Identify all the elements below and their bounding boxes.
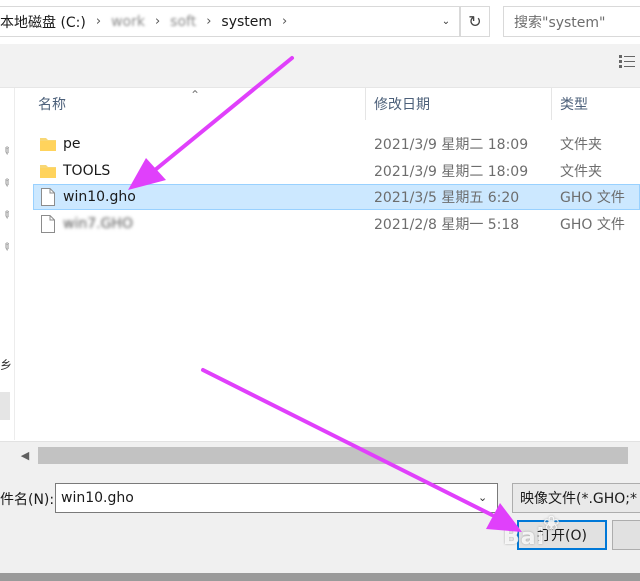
file-type: 文件夹 [560, 164, 602, 180]
address-history-dropdown[interactable]: ⌄ [433, 7, 459, 36]
file-type: GHO 文件 [560, 217, 625, 233]
breadcrumb-separator[interactable]: › [96, 14, 101, 29]
column-header-modified[interactable]: 修改日期 [374, 88, 554, 120]
file-name: win10.gho [63, 189, 136, 205]
breadcrumb-local-disk[interactable]: 本地磁盘 (C:) [0, 12, 86, 32]
breadcrumb-soft[interactable]: soft [170, 14, 196, 30]
scrollbar-thumb[interactable] [38, 447, 628, 464]
breadcrumb-system[interactable]: system [221, 14, 272, 30]
command-bar [0, 44, 640, 88]
breadcrumb-separator[interactable]: › [282, 14, 287, 29]
nav-selected-item[interactable] [0, 392, 10, 420]
scroll-left-icon[interactable]: ◀ [16, 446, 34, 464]
pin-icon: ✎ [0, 208, 14, 223]
column-divider[interactable] [551, 88, 552, 120]
file-icon [41, 215, 55, 233]
cancel-button[interactable] [612, 520, 640, 550]
file-row[interactable]: TOOLS 2021/3/9 星期二 18:09 文件夹 [33, 158, 640, 184]
file-name: win7.GHO [63, 216, 133, 232]
folder-icon [40, 165, 56, 178]
column-divider[interactable] [365, 88, 366, 120]
file-type: 文件夹 [560, 137, 602, 153]
folder-icon [40, 138, 56, 151]
navigation-pane[interactable]: ✎ ✎ ✎ ✎ 乡 [0, 88, 15, 440]
breadcrumb-separator[interactable]: › [206, 14, 211, 29]
refresh-icon[interactable]: ↻ [460, 6, 490, 37]
file-type: GHO 文件 [560, 190, 625, 206]
paw-icon: ❀ [543, 511, 560, 535]
file-row[interactable]: win7.GHO 2021/2/8 星期一 5:18 GHO 文件 [33, 211, 640, 237]
chevron-down-icon[interactable]: ⌄ [478, 491, 487, 504]
window-bottom-edge [0, 573, 640, 581]
file-modified: 2021/2/8 星期一 5:18 [374, 217, 520, 233]
sort-up-icon: ⌃ [190, 88, 201, 102]
details-view-icon[interactable] [619, 54, 635, 70]
file-modified: 2021/3/5 星期五 6:20 [374, 190, 520, 206]
column-header-name[interactable]: 名称 [38, 88, 368, 120]
watermark-text: Bai [503, 525, 546, 550]
file-name: pe [63, 136, 81, 152]
file-name: TOOLS [63, 163, 111, 179]
search-input[interactable]: 搜索"system" [503, 6, 640, 37]
file-modified: 2021/3/9 星期二 18:09 [374, 164, 529, 180]
breadcrumb-separator[interactable]: › [155, 14, 160, 29]
file-list[interactable]: 名称 ⌃ 修改日期 类型 pe 2021/3/9 星期二 18:09 文件夹 T… [16, 88, 640, 440]
filename-input[interactable] [55, 483, 498, 513]
breadcrumb-work[interactable]: work [111, 14, 145, 30]
pin-icon: ✎ [0, 144, 14, 159]
address-bar[interactable]: 本地磁盘 (C:) › work › soft › system › ⌄ [0, 6, 460, 37]
filename-label: 件名(N): [0, 492, 55, 508]
nav-item-fragment[interactable]: 乡 [0, 356, 12, 373]
file-icon [41, 188, 55, 206]
horizontal-scrollbar[interactable]: ◀ [0, 441, 640, 469]
baidu-watermark: Bai ❀ [503, 509, 613, 551]
pin-icon: ✎ [0, 176, 14, 191]
file-row-selected[interactable]: win10.gho 2021/3/5 星期五 6:20 GHO 文件 [33, 184, 640, 210]
column-header-type[interactable]: 类型 [560, 88, 640, 120]
file-row[interactable]: pe 2021/3/9 星期二 18:09 文件夹 [33, 131, 640, 157]
address-bar-row: 本地磁盘 (C:) › work › soft › system › ⌄ ↻ 搜… [0, 0, 640, 44]
pin-icon: ✎ [0, 240, 14, 255]
file-modified: 2021/3/9 星期二 18:09 [374, 137, 529, 153]
